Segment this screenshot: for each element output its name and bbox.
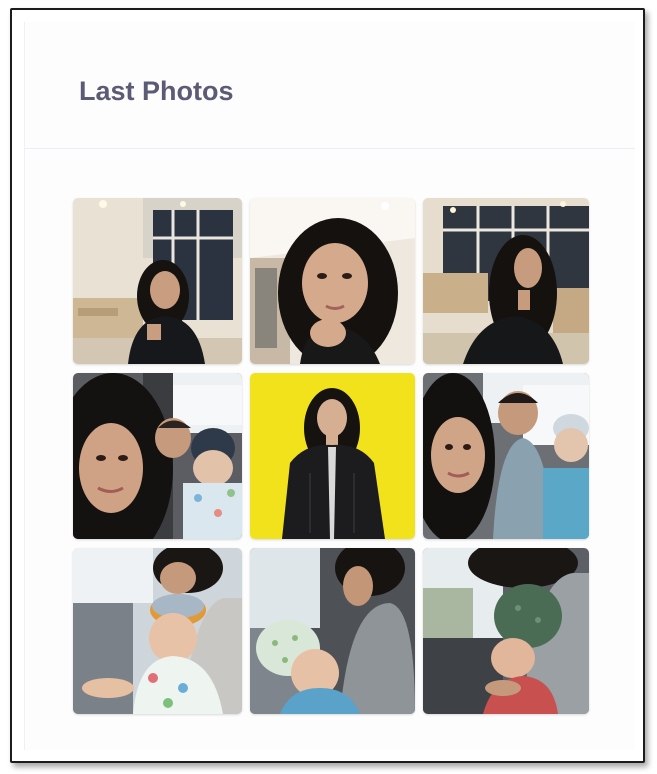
photo-thumbnail[interactable] <box>73 548 242 714</box>
photo-thumbnail[interactable] <box>250 548 415 714</box>
photo-thumbnail[interactable] <box>250 198 415 364</box>
window-frame: Last Photos <box>10 8 645 763</box>
photo-image <box>250 548 415 714</box>
photo-thumbnail[interactable] <box>423 373 589 539</box>
photo-thumbnail[interactable] <box>73 198 242 364</box>
widget-header: Last Photos <box>25 22 635 149</box>
photo-image <box>73 548 242 714</box>
photo-grid <box>73 198 589 714</box>
photo-image <box>423 548 589 714</box>
photo-image <box>73 198 242 364</box>
photo-image <box>250 198 415 364</box>
photo-image <box>423 198 589 364</box>
photo-thumbnail[interactable] <box>73 373 242 539</box>
photo-image <box>423 373 589 539</box>
photo-image <box>73 373 242 539</box>
widget-title: Last Photos <box>79 76 234 106</box>
photo-thumbnail[interactable] <box>423 198 589 364</box>
photo-thumbnail[interactable] <box>423 548 589 714</box>
photo-image <box>250 373 415 539</box>
last-photos-widget: Last Photos <box>24 22 635 750</box>
photo-thumbnail[interactable] <box>250 373 415 539</box>
